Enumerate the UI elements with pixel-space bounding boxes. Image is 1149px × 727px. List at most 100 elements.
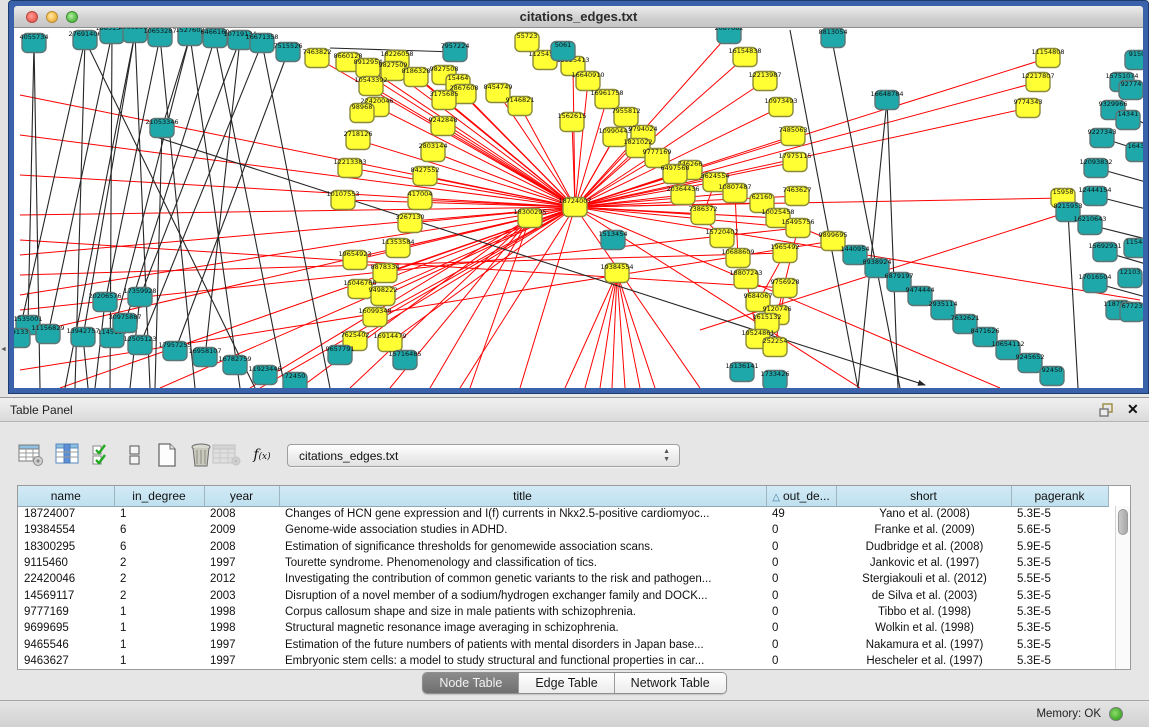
table-cell[interactable]: 0 bbox=[766, 571, 836, 587]
graph-node[interactable]: 11156829 bbox=[31, 324, 64, 344]
table-cell[interactable]: 5.6E-5 bbox=[1011, 522, 1108, 538]
table-cell[interactable]: 5.5E-5 bbox=[1011, 571, 1108, 587]
graph-node[interactable]: 12505123 bbox=[123, 335, 156, 355]
table-cell[interactable]: 1 bbox=[114, 506, 204, 522]
table-cell[interactable]: 5.3E-5 bbox=[1011, 506, 1108, 522]
table-cell[interactable]: 5.3E-5 bbox=[1011, 653, 1108, 669]
graph-node[interactable]: 8813054 bbox=[819, 28, 848, 48]
graph-node[interactable]: 9150 bbox=[1125, 50, 1143, 70]
graph-node[interactable]: 17359928 bbox=[123, 287, 156, 307]
graph-node[interactable]: 17957255 bbox=[158, 341, 191, 361]
table-cell[interactable]: 0 bbox=[766, 522, 836, 538]
graph-node[interactable]: 55723 bbox=[515, 32, 539, 52]
graph-node[interactable]: 3267130 bbox=[396, 213, 425, 233]
graph-node[interactable]: 2087682 bbox=[715, 28, 744, 44]
graph-node[interactable]: 14341 bbox=[1116, 110, 1140, 130]
table-cell[interactable]: 0 bbox=[766, 604, 836, 620]
graph-node[interactable]: 15692931 bbox=[1088, 242, 1121, 262]
table-cell[interactable]: 9115460 bbox=[18, 555, 114, 571]
window-titlebar[interactable]: citations_edges.txt bbox=[14, 6, 1143, 28]
table-cell[interactable]: 0 bbox=[766, 555, 836, 571]
table-row[interactable]: 2242004622012Investigating the contribut… bbox=[18, 571, 1108, 587]
graph-node[interactable]: 16210643 bbox=[1073, 215, 1106, 235]
table-row[interactable]: 911546021997Tourette syndrome. Phenomeno… bbox=[18, 555, 1108, 571]
table-row[interactable]: 1830029562008Estimation of significance … bbox=[18, 539, 1108, 555]
table-cell[interactable]: Dudbridge et al. (2008) bbox=[836, 539, 1011, 555]
graph-node[interactable]: 7957224 bbox=[441, 42, 470, 62]
table-cell[interactable]: Disruption of a novel member of a sodium… bbox=[279, 587, 766, 603]
table-scrollpane[interactable]: namein_degreeyeartitle△out_de...shortpag… bbox=[17, 485, 1131, 670]
graph-node[interactable]: 15716485 bbox=[388, 350, 421, 370]
table-cell[interactable]: 5.3E-5 bbox=[1011, 587, 1108, 603]
table-cell[interactable]: 1998 bbox=[204, 604, 279, 620]
table-cell[interactable]: Tibbo et al. (1998) bbox=[836, 604, 1011, 620]
table-cell[interactable]: 0 bbox=[766, 636, 836, 652]
graph-node[interactable]: 12093832 bbox=[1079, 158, 1112, 178]
graph-node[interactable]: 10688609 bbox=[721, 248, 754, 268]
graph-node[interactable]: 10973493 bbox=[764, 97, 797, 117]
float-panel-icon[interactable] bbox=[1099, 402, 1115, 418]
graph-node[interactable]: 12213383 bbox=[333, 158, 366, 178]
graph-node[interactable]: 18807243 bbox=[729, 269, 762, 289]
graph-node[interactable]: 2718126 bbox=[344, 130, 373, 150]
table-cell[interactable]: Estimation of the future numbers of pati… bbox=[279, 636, 766, 652]
tab-edge-table[interactable]: Edge Table bbox=[519, 673, 614, 693]
table-cell[interactable]: Jankovic et al. (1997) bbox=[836, 555, 1011, 571]
graph-node[interactable]: 1562615 bbox=[558, 112, 587, 132]
graph-node[interactable]: 15136141 bbox=[725, 362, 758, 382]
table-cell[interactable]: 0 bbox=[766, 620, 836, 636]
graph-node[interactable]: 16435 bbox=[1126, 142, 1143, 162]
table-cell[interactable]: 2003 bbox=[204, 587, 279, 603]
table-cell[interactable]: 2008 bbox=[204, 506, 279, 522]
panel-collapse-arrow[interactable]: ◄ bbox=[0, 346, 7, 353]
graph-node[interactable]: 18724007 bbox=[558, 197, 591, 217]
graph-node[interactable]: 11544 bbox=[1124, 238, 1143, 258]
table-cell[interactable]: Wolkin et al. (1998) bbox=[836, 620, 1011, 636]
table-cell[interactable]: 2 bbox=[114, 555, 204, 571]
graph-node[interactable]: 16099348 bbox=[358, 307, 391, 327]
graph-node[interactable]: 252254 bbox=[763, 337, 788, 357]
table-header-name[interactable]: name bbox=[18, 486, 114, 506]
graph-node[interactable]: 16648784 bbox=[870, 90, 903, 110]
scrollbar-thumb[interactable] bbox=[1118, 509, 1128, 535]
table-cell[interactable]: 2012 bbox=[204, 571, 279, 587]
table-cell[interactable]: 9777169 bbox=[18, 604, 114, 620]
table-header-title[interactable]: title bbox=[279, 486, 766, 506]
table-cell[interactable]: 0 bbox=[766, 653, 836, 669]
table-cell[interactable]: 2009 bbox=[204, 522, 279, 538]
graph-node[interactable]: 16782759 bbox=[218, 355, 251, 375]
tab-node-table[interactable]: Node Table bbox=[423, 673, 519, 693]
graph-node[interactable]: 7485063 bbox=[779, 126, 808, 146]
table-selector-dropdown[interactable]: citations_edges.txt ▲▼ bbox=[287, 444, 680, 467]
graph-node[interactable]: 10543392 bbox=[354, 76, 387, 96]
table-cell[interactable]: Nakamura et al. (1997) bbox=[836, 636, 1011, 652]
table-cell[interactable]: Stergiakouli et al. (2012) bbox=[836, 571, 1011, 587]
graph-node[interactable]: 10807487 bbox=[718, 183, 751, 203]
table-cell[interactable]: 5.9E-5 bbox=[1011, 539, 1108, 555]
table-cell[interactable]: 1 bbox=[114, 620, 204, 636]
table-cell[interactable]: 1997 bbox=[204, 636, 279, 652]
graph-node[interactable]: 9498222 bbox=[369, 286, 398, 306]
table-cell[interactable]: 2 bbox=[114, 587, 204, 603]
graph-node[interactable]: 1733426 bbox=[761, 370, 790, 388]
checklist-button[interactable] bbox=[88, 440, 118, 470]
table-row[interactable]: 1872400712008Changes of HCN gene express… bbox=[18, 506, 1108, 522]
table-cell[interactable]: 0 bbox=[766, 539, 836, 555]
table-cell[interactable]: 9465546 bbox=[18, 636, 114, 652]
graph-node[interactable]: 16640910 bbox=[571, 71, 604, 91]
table-cell[interactable]: 9699695 bbox=[18, 620, 114, 636]
graph-node[interactable]: 4055734 bbox=[20, 33, 49, 53]
table-cell[interactable]: 2 bbox=[114, 571, 204, 587]
table-cell[interactable]: Hescheler et al. (1997) bbox=[836, 653, 1011, 669]
graph-node[interactable]: 19654923 bbox=[338, 250, 371, 270]
table-cell[interactable]: 2008 bbox=[204, 539, 279, 555]
graph-node[interactable]: 7515526 bbox=[274, 42, 303, 62]
table-cell[interactable]: 22420046 bbox=[18, 571, 114, 587]
graph-node[interactable]: 12213987 bbox=[748, 71, 781, 91]
table-cell[interactable]: 1997 bbox=[204, 555, 279, 571]
graph-node[interactable]: 17016504 bbox=[1078, 273, 1111, 293]
graph-node[interactable]: 5061 bbox=[551, 41, 575, 61]
row-height-button[interactable] bbox=[120, 440, 150, 470]
graph-node[interactable]: 19384554 bbox=[600, 263, 633, 283]
table-cell[interactable]: Embryonic stem cells: a model to study s… bbox=[279, 653, 766, 669]
